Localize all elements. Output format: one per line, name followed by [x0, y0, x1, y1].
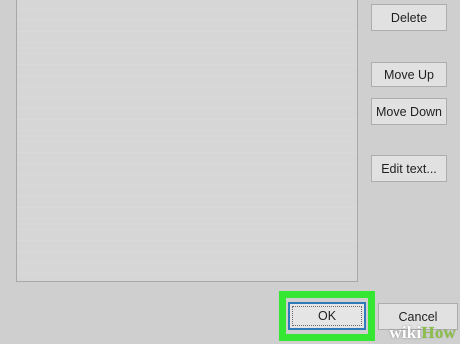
watermark-how: How: [421, 323, 456, 342]
ok-button-label: OK: [317, 309, 337, 323]
edit-text-button-label: Edit text...: [381, 161, 437, 176]
move-up-button-label: Move Up: [383, 67, 435, 82]
delete-button-label: Delete: [390, 10, 428, 25]
watermark-wiki: wiki: [389, 323, 422, 342]
delete-button[interactable]: Delete: [371, 4, 447, 31]
move-down-button-label: Move Down: [376, 104, 442, 119]
ok-button[interactable]: OK: [288, 302, 366, 330]
move-up-button[interactable]: Move Up: [371, 62, 447, 87]
move-down-button[interactable]: Move Down: [371, 98, 447, 125]
dialog-window: Delete Move Up Move Down Edit text... OK…: [0, 0, 460, 344]
edit-text-button[interactable]: Edit text...: [371, 155, 447, 182]
wikihow-watermark: wiki How: [389, 322, 456, 344]
items-list-box[interactable]: [16, 0, 358, 282]
